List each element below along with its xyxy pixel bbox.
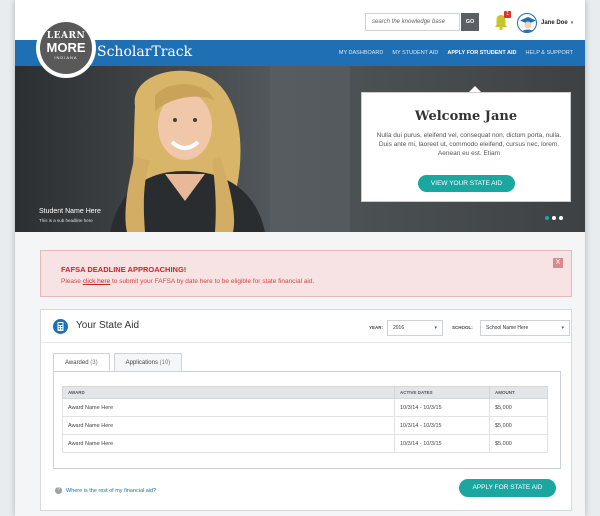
close-icon[interactable]: X — [553, 258, 563, 268]
award-amount: $5,000 — [489, 434, 548, 453]
search-go-button[interactable]: GO — [461, 13, 479, 31]
student-subheadline: This is a sub headline here — [39, 218, 93, 223]
column-award: AWARD — [62, 386, 395, 399]
carousel-dots — [545, 216, 563, 220]
carousel-dot-3[interactable] — [559, 216, 563, 220]
avatar — [517, 13, 537, 33]
notification-badge: 1 — [504, 11, 511, 18]
aid-tabs: Awarded (3) Applications (10) — [53, 353, 183, 371]
nav-item-dashboard[interactable]: MY DASHBOARD — [339, 50, 384, 56]
award-dates: 10/3/14 - 10/3/15 — [394, 398, 490, 417]
table-header-row: AWARD ACTIVE DATES AMOUNT — [62, 386, 548, 399]
apply-state-aid-button[interactable]: APPLY FOR STATE AID — [459, 479, 556, 497]
tab-applications-label: Applications — [125, 360, 158, 366]
chevron-down-icon: ▾ — [434, 325, 437, 331]
award-dates: 10/3/14 - 10/3/15 — [394, 434, 490, 453]
calculator-icon — [53, 319, 68, 334]
table-row[interactable]: Award Name Here 10/3/14 - 10/3/15 $5,000 — [62, 434, 548, 453]
fafsa-alert: FAFSA DEADLINE APPROACHING! Please click… — [40, 250, 572, 297]
alert-message: Please click here to submit your FAFSA b… — [61, 278, 314, 285]
question-icon: ? — [55, 487, 62, 494]
award-name: Award Name Here — [62, 398, 395, 417]
tab-awarded[interactable]: Awarded (3) — [53, 353, 110, 371]
help-text: Where is the rest of my financial aid? — [66, 487, 157, 494]
tab-awarded-count: (3) — [90, 360, 98, 366]
alert-title: FAFSA DEADLINE APPROACHING! — [61, 265, 187, 274]
utility-bar: search the knowledge base GO 1 Jane Doe … — [15, 0, 585, 40]
main-nav: ScholarTrack MY DASHBOARD MY STUDENT AID… — [15, 40, 585, 66]
award-amount: $5,000 — [489, 416, 548, 435]
table-row[interactable]: Award Name Here 10/3/14 - 10/3/15 $5,000 — [62, 416, 548, 435]
awards-table: AWARD ACTIVE DATES AMOUNT Award Name Her… — [62, 386, 548, 453]
award-name: Award Name Here — [62, 416, 395, 435]
welcome-body: Nulla dui purus, eleifend vel, consequat… — [376, 132, 562, 157]
year-value: 2016 — [393, 325, 405, 331]
user-menu[interactable]: Jane Doe ▾ — [517, 12, 573, 34]
search-input[interactable]: search the knowledge base — [365, 13, 460, 31]
tab-applications-count: (10) — [159, 360, 171, 366]
alert-text-before: Please — [61, 278, 83, 285]
logo-text-more: MORE — [46, 40, 86, 55]
nav-item-apply[interactable]: APPLY FOR STUDENT AID — [447, 50, 516, 56]
table-row[interactable]: Award Name Here 10/3/14 - 10/3/15 $5,000 — [62, 398, 548, 417]
tab-awarded-label: Awarded — [65, 360, 89, 366]
learn-more-indiana-logo[interactable]: LEARN MORE INDIANA — [36, 18, 96, 78]
view-state-aid-button[interactable]: VIEW YOUR STATE AID — [418, 175, 515, 192]
awarded-panel: AWARD ACTIVE DATES AMOUNT Award Name Her… — [53, 371, 561, 469]
column-amount: AMOUNT — [489, 386, 548, 399]
logo-text-indiana: INDIANA — [54, 55, 78, 60]
nav-menu: MY DASHBOARD MY STUDENT AID APPLY FOR ST… — [339, 40, 573, 66]
chevron-down-icon: ▾ — [561, 325, 564, 331]
award-name: Award Name Here — [62, 434, 395, 453]
carousel-dot-1[interactable] — [545, 216, 549, 220]
state-aid-card: Your State Aid YEAR: 2016 ▾ SCHOOL: Schoo… — [40, 309, 572, 511]
tab-applications[interactable]: Applications (10) — [113, 353, 183, 371]
year-select[interactable]: 2016 ▾ — [387, 320, 443, 336]
carousel-dot-2[interactable] — [552, 216, 556, 220]
card-title: Your State Aid — [76, 320, 140, 331]
school-value: School Name Here — [486, 325, 529, 331]
nav-item-help[interactable]: HELP & SUPPORT — [526, 50, 573, 56]
notifications-bell[interactable]: 1 — [493, 11, 511, 31]
alert-click-here-link[interactable]: click here — [83, 278, 110, 285]
award-amount: $5,000 — [489, 398, 548, 417]
user-name: Jane Doe — [541, 20, 568, 26]
financial-aid-help-link[interactable]: ? Where is the rest of my financial aid? — [55, 487, 156, 494]
year-label: YEAR: — [369, 325, 384, 330]
chevron-down-icon: ▾ — [570, 20, 574, 26]
welcome-card: Welcome Jane Nulla dui purus, eleifend v… — [361, 92, 571, 202]
column-active-dates: ACTIVE DATES — [394, 386, 490, 399]
graduate-avatar-icon — [520, 17, 536, 32]
card-header: Your State Aid YEAR: 2016 ▾ SCHOOL: Schoo… — [41, 310, 571, 343]
brand-name[interactable]: ScholarTrack — [97, 44, 192, 60]
nav-item-student-aid[interactable]: MY STUDENT AID — [392, 50, 438, 56]
school-select[interactable]: School Name Here ▾ — [480, 320, 570, 336]
award-dates: 10/3/14 - 10/3/15 — [394, 416, 490, 435]
welcome-title: Welcome Jane — [414, 109, 518, 124]
school-label: SCHOOL: — [452, 325, 473, 330]
app-shell: search the knowledge base GO 1 Jane Doe … — [15, 0, 585, 516]
student-name: Student Name Here — [39, 208, 101, 215]
alert-text-after: to submit your FAFSA by date here to be … — [110, 278, 315, 285]
